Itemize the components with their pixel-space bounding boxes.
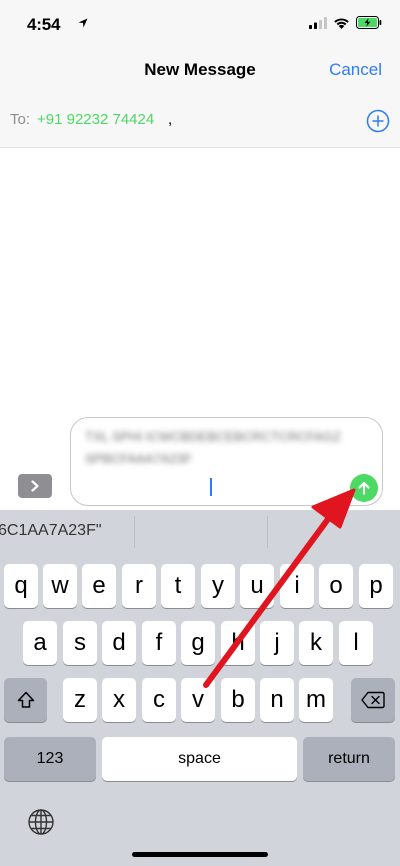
add-contact-plus-icon[interactable]: [366, 109, 390, 133]
keyboard: 6C1AA7A23F" q w e r t y u i o p a s d f …: [0, 510, 400, 866]
key-p[interactable]: p: [359, 564, 393, 608]
backspace-icon: [361, 691, 385, 709]
home-indicator: [132, 852, 268, 857]
apps-drawer-button[interactable]: [18, 474, 52, 498]
recipient-separator: ,: [168, 111, 173, 128]
key-e[interactable]: e: [82, 564, 116, 608]
key-i[interactable]: i: [280, 564, 314, 608]
return-key[interactable]: return: [303, 737, 395, 781]
key-r[interactable]: r: [122, 564, 156, 608]
recipient-chip[interactable]: +91 92232 74424: [37, 111, 154, 128]
shift-key[interactable]: [4, 678, 47, 722]
send-button[interactable]: [350, 474, 378, 502]
key-m[interactable]: m: [299, 678, 333, 722]
key-z[interactable]: z: [63, 678, 97, 722]
chevron-right-icon: [31, 480, 39, 492]
key-f[interactable]: f: [142, 621, 176, 665]
key-q[interactable]: q: [4, 564, 38, 608]
text-caret: [210, 478, 212, 496]
recipient-row[interactable]: To: +91 92232 74424 ,: [0, 94, 400, 148]
shift-arrow-icon: [17, 691, 34, 708]
suggestion-divider: [267, 516, 268, 548]
to-label: To:: [10, 111, 31, 128]
key-y[interactable]: y: [201, 564, 235, 608]
key-l[interactable]: l: [339, 621, 373, 665]
key-v[interactable]: v: [181, 678, 215, 722]
delete-key[interactable]: [351, 678, 395, 722]
suggestion-divider: [134, 516, 135, 548]
key-h[interactable]: h: [221, 621, 255, 665]
key-w[interactable]: w: [43, 564, 77, 608]
wifi-icon: [334, 17, 349, 29]
key-k[interactable]: k: [299, 621, 333, 665]
key-a[interactable]: a: [23, 621, 57, 665]
message-input[interactable]: TXL SPHI ICWCBDEBCEBCRCTCRCFAGZ SPBCFAAA…: [70, 417, 383, 506]
key-t[interactable]: t: [161, 564, 195, 608]
predictive-bar: 6C1AA7A23F": [0, 510, 400, 553]
cellular-signal-icon: [309, 16, 327, 29]
key-g[interactable]: g: [181, 621, 215, 665]
send-arrow-up-icon: [358, 481, 370, 495]
suggestion-1[interactable]: 6C1AA7A23F": [0, 522, 102, 540]
globe-icon[interactable]: [27, 808, 55, 836]
key-s[interactable]: s: [63, 621, 97, 665]
nav-bar: New Message Cancel: [0, 44, 400, 94]
space-key[interactable]: space: [102, 737, 297, 781]
status-bar: 4:54: [0, 0, 400, 44]
key-x[interactable]: x: [102, 678, 136, 722]
key-d[interactable]: d: [102, 621, 136, 665]
cancel-button[interactable]: Cancel: [329, 60, 382, 80]
key-o[interactable]: o: [319, 564, 353, 608]
status-icons: [309, 16, 382, 29]
key-u[interactable]: u: [240, 564, 274, 608]
key-j[interactable]: j: [260, 621, 294, 665]
battery-charging-icon: [356, 16, 382, 29]
numbers-key[interactable]: 123: [4, 737, 96, 781]
key-b[interactable]: b: [221, 678, 255, 722]
location-arrow-icon: [78, 18, 88, 28]
key-c[interactable]: c: [142, 678, 176, 722]
status-time: 4:54: [27, 15, 61, 34]
key-n[interactable]: n: [260, 678, 294, 722]
message-text: TXL SPHI ICWCBDEBCEBCRCTCRCFAGZ SPBCFAAA…: [85, 429, 341, 466]
